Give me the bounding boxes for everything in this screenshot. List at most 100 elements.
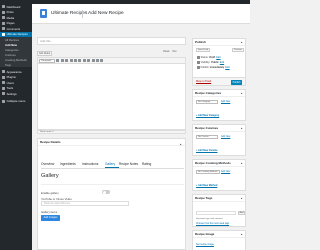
- sidebar-item-label: Categories: [5, 47, 19, 52]
- more-tag-icon[interactable]: [95, 59, 99, 62]
- category-select[interactable]: No Category: [196, 100, 218, 104]
- divider: [41, 184, 184, 185]
- sidebar-item-label: Dashboard: [6, 4, 21, 9]
- sidebar-item[interactable]: Collapse menu: [0, 99, 32, 105]
- plugin-header: Ultimate Recipes Add New Recipe: [32, 4, 250, 24]
- tab-gallery[interactable]: Gallery: [105, 160, 119, 168]
- cuisine-select[interactable]: No Cuisine: [196, 135, 218, 139]
- align-center-icon[interactable]: [82, 59, 86, 62]
- cooking-method-add-link[interactable]: Add New: [221, 171, 230, 173]
- tab-recipe-notes[interactable]: Recipe Notes: [119, 160, 142, 168]
- page-icon: [2, 21, 5, 25]
- cuisines-heading[interactable]: Recipe Cuisines ▲: [193, 125, 245, 132]
- schedule-value: immediately: [209, 66, 225, 69]
- collapse-arrow-icon[interactable]: ▲: [240, 125, 243, 132]
- sidebar-item-label: Cooking Methods: [5, 57, 27, 62]
- categories-title: Recipe Categories: [195, 91, 222, 95]
- bullet-list-icon[interactable]: [65, 59, 69, 62]
- add-new-category-link[interactable]: + Add New Category: [196, 114, 219, 117]
- bold-icon[interactable]: [56, 59, 60, 62]
- content-editor[interactable]: Paragraph: [37, 57, 186, 130]
- visibility-line: Visibility: Public Edit: [197, 61, 224, 64]
- publish-box: Publish ▲ Save Draft Preview Status: Dra…: [192, 38, 246, 86]
- cuisine-add-link[interactable]: Add New: [221, 136, 230, 138]
- choose-tags-link[interactable]: Choose from the most used tags: [196, 223, 229, 225]
- collapse-arrow-icon[interactable]: ▲: [240, 160, 243, 167]
- set-recipe-image-link[interactable]: Set recipe image: [196, 243, 214, 246]
- visibility-edit-link[interactable]: Edit: [220, 61, 224, 64]
- format-select[interactable]: Paragraph: [39, 58, 55, 63]
- publish-button[interactable]: Publish: [231, 79, 242, 85]
- add-media-button[interactable]: Add Media: [37, 51, 52, 56]
- recipe-title-input[interactable]: Add title: [37, 37, 186, 45]
- blockquote-icon[interactable]: [73, 59, 77, 62]
- collapse-arrow-icon[interactable]: ▲: [240, 231, 243, 238]
- italic-icon[interactable]: [60, 59, 64, 62]
- add-images-button[interactable]: Add Images: [41, 215, 60, 221]
- sidebar-item-label: Tags: [5, 62, 11, 67]
- categories-heading[interactable]: Recipe Categories ▲: [193, 90, 245, 97]
- admin-sidebar: Dashboard Posts Media Pages Comments Ultimate…: [0, 4, 32, 250]
- brush-icon: [2, 70, 5, 74]
- category-add-link[interactable]: Add New: [221, 101, 230, 103]
- eye-icon: [197, 61, 200, 64]
- numbered-list-icon[interactable]: [69, 59, 73, 62]
- recipe-details-box: Recipe Details ▲ Overview Ingredients Inst…: [37, 138, 186, 250]
- sidebar-item[interactable]: Tags: [0, 62, 32, 67]
- align-right-icon[interactable]: [87, 59, 91, 62]
- publish-title: Publish: [195, 40, 206, 44]
- tags-title: Recipe Tags: [195, 196, 213, 200]
- sidebar-item-label: Media: [6, 15, 15, 20]
- save-draft-button[interactable]: Save Draft: [196, 48, 210, 52]
- pin-icon: [197, 56, 200, 59]
- move-to-trash-link[interactable]: Move to Trash: [196, 80, 211, 83]
- sidebar-item-label: Comments: [6, 26, 21, 31]
- cooking-method-select[interactable]: No Cooking Method: [196, 170, 220, 174]
- recipe-details-heading[interactable]: Recipe Details ▲: [38, 139, 185, 146]
- schedule-edit-link[interactable]: Edit: [225, 66, 229, 69]
- tab-visual[interactable]: Visual: [163, 51, 169, 53]
- recipe-image-box: Recipe Image ▲ Set recipe image: [192, 230, 246, 250]
- pin-icon: [2, 10, 5, 14]
- collapse-arrow-icon[interactable]: ▲: [240, 195, 243, 202]
- sidebar-item-label: Appearance: [6, 69, 22, 74]
- recipe-tabs: Overview Ingredients Instructions Gallery Re…: [41, 160, 157, 168]
- tools-icon: [2, 86, 5, 90]
- cuisines-title: Recipe Cuisines: [195, 126, 219, 130]
- sidebar-item[interactable]: Settings: [0, 91, 32, 97]
- schedule-line: Publish immediately Edit: [197, 66, 230, 69]
- add-tag-button[interactable]: Add: [238, 211, 245, 215]
- add-new-cuisine-link[interactable]: + Add New Cuisine: [196, 149, 218, 152]
- media-icon: [2, 16, 5, 20]
- plugin-icon: [2, 75, 5, 79]
- cooking-methods-heading[interactable]: Recipe Cooking Methods ▲: [193, 160, 245, 167]
- publish-heading[interactable]: Publish ▲: [193, 39, 245, 46]
- recipe-categories-box: Recipe Categories ▲ No Category Add New …: [192, 89, 246, 121]
- tab-text[interactable]: Text: [172, 51, 176, 53]
- preview-button[interactable]: Preview: [232, 48, 244, 52]
- tab-overview[interactable]: Overview: [41, 160, 60, 168]
- add-new-method-link[interactable]: + Add New Method: [196, 184, 217, 187]
- tab-ingredients[interactable]: Ingredients: [60, 160, 82, 168]
- recipe-image-heading[interactable]: Recipe Image ▲: [193, 231, 245, 238]
- publish-actions: Move to Trash Publish: [193, 77, 245, 85]
- toolbar-toggle-icon[interactable]: [100, 59, 104, 62]
- collapse-icon: [2, 99, 5, 103]
- tag-input[interactable]: [196, 211, 236, 215]
- link-icon[interactable]: [91, 59, 95, 62]
- tab-instructions[interactable]: Instructions: [82, 160, 105, 168]
- tags-heading[interactable]: Recipe Tags ▲: [193, 195, 245, 202]
- status-edit-link[interactable]: Edit: [216, 56, 220, 59]
- enable-gallery-toggle[interactable]: [102, 190, 110, 194]
- sidebar-item-label: Add New: [5, 42, 17, 47]
- sidebar-item-label: Users: [6, 80, 14, 85]
- collapse-arrow-icon[interactable]: ▲: [240, 90, 243, 97]
- collapse-arrow-icon[interactable]: ▲: [240, 39, 243, 46]
- collapse-arrow-icon[interactable]: ▲: [179, 141, 182, 148]
- gallery-items-label: Gallery items: [41, 210, 58, 214]
- enable-gallery-label: Enable gallery: [41, 191, 59, 195]
- youtube-url-input[interactable]: Paste the video URL here: [41, 201, 129, 206]
- align-left-icon[interactable]: [78, 59, 82, 62]
- tab-rating[interactable]: Rating: [142, 160, 157, 168]
- editor-mode-tabs: Visual Text: [163, 51, 176, 53]
